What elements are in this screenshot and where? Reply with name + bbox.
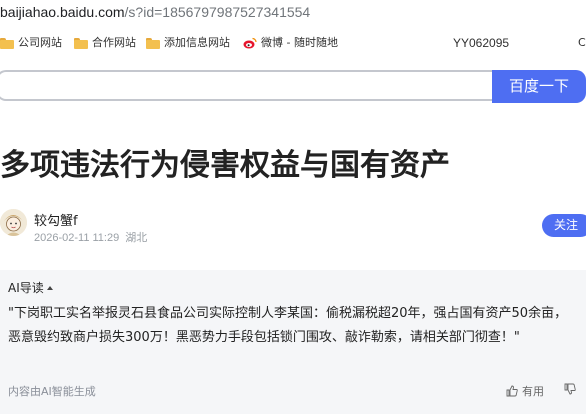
bookmark-label: 公司网站	[18, 36, 62, 49]
thumbs-down-icon	[564, 383, 576, 395]
weibo-icon	[243, 37, 257, 49]
bookmark-company-sites[interactable]: 公司网站	[0, 30, 62, 56]
extension2-label[interactable]: C	[578, 30, 586, 56]
bookmarks-bar: 公司网站 合作网站 添加信息网站 微博 - 随时随地 YY062095 C	[0, 30, 586, 56]
search-button[interactable]: 百度一下	[492, 70, 586, 103]
publish-location: 湖北	[125, 232, 148, 244]
bookmark-partner-sites[interactable]: 合作网站	[74, 30, 136, 56]
author-avatar[interactable]	[0, 209, 27, 236]
ai-summary-toggle[interactable]: AI导读	[8, 279, 53, 296]
bookmark-weibo[interactable]: 微博 - 随时随地	[243, 30, 357, 56]
caret-up-icon	[46, 286, 53, 290]
avatar-icon	[0, 209, 27, 236]
folder-icon	[74, 37, 88, 49]
bookmark-label: 微博 - 随时随地	[261, 36, 338, 49]
ai-summary-text: "下岗职工实名举报灵石县食品公司实际控制人李某国：偷税漏税超20年，强占国有资产…	[8, 306, 568, 345]
ai-generated-note: 内容由AI智能生成	[8, 385, 96, 398]
bookmark-label: 合作网站	[92, 36, 136, 49]
url-path: /s?id=1856797987527341554	[124, 4, 311, 20]
author-name[interactable]: 较勾蟹f	[34, 210, 78, 229]
not-useful-button[interactable]	[564, 381, 576, 400]
ai-summary-heading: AI导读	[8, 281, 44, 295]
extension-label[interactable]: YY062095	[453, 30, 509, 56]
bookmark-label: 添加信息网站	[164, 36, 230, 49]
bookmark-add-info-sites[interactable]: 添加信息网站	[146, 30, 230, 56]
article-title: 多项违法行为侵害权益与国有资产	[0, 148, 450, 183]
url-host: baijiahao.baidu.com	[0, 4, 125, 20]
folder-icon	[146, 37, 160, 49]
article-meta: 2026-02-11 11:29 湖北	[34, 229, 147, 245]
follow-button[interactable]: 关注	[542, 214, 586, 237]
thumbs-up-icon	[506, 385, 518, 397]
useful-label: 有用	[522, 385, 544, 398]
publish-date: 2026-02-11 11:29	[34, 232, 120, 244]
search-input[interactable]	[0, 70, 492, 101]
address-bar[interactable]: baijiahao.baidu.com/s?id=185679798752734…	[0, 0, 586, 26]
folder-icon	[0, 37, 14, 49]
useful-button[interactable]: 有用	[506, 383, 544, 399]
